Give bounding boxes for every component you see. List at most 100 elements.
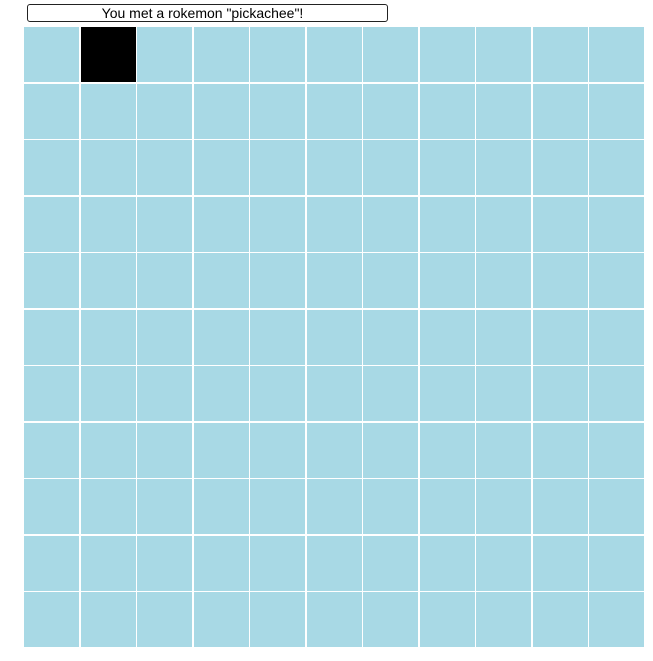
grid-cell[interactable] [363, 83, 418, 139]
grid-cell[interactable] [24, 422, 79, 478]
grid-cell[interactable] [137, 366, 192, 421]
grid-cell[interactable] [250, 83, 305, 139]
grid-cell[interactable] [476, 479, 531, 534]
grid-cell[interactable] [419, 366, 475, 421]
grid-cell[interactable] [532, 535, 588, 591]
grid-cell[interactable] [532, 366, 588, 421]
grid-cell[interactable] [306, 83, 362, 139]
grid-cell[interactable] [363, 196, 418, 252]
grid-cell[interactable] [24, 196, 79, 252]
grid-cell[interactable] [589, 592, 644, 647]
grid-cell[interactable] [532, 592, 588, 647]
grid-cell[interactable] [589, 309, 644, 365]
grid-cell[interactable] [193, 366, 249, 421]
grid-cell[interactable] [476, 253, 531, 308]
grid-cell[interactable] [419, 196, 475, 252]
grid-cell[interactable] [419, 309, 475, 365]
grid-cell[interactable] [250, 309, 305, 365]
grid-cell[interactable] [193, 253, 249, 308]
grid-cell[interactable] [80, 592, 136, 647]
grid-cell[interactable] [419, 535, 475, 591]
grid-cell[interactable] [306, 140, 362, 195]
grid-cell[interactable] [306, 535, 362, 591]
grid-cell[interactable] [589, 27, 644, 82]
grid-cell[interactable] [419, 479, 475, 534]
grid-cell[interactable] [363, 422, 418, 478]
grid-cell[interactable] [589, 83, 644, 139]
grid-cell[interactable] [363, 140, 418, 195]
grid-cell[interactable] [250, 253, 305, 308]
grid-cell[interactable] [250, 535, 305, 591]
grid-cell[interactable] [80, 83, 136, 139]
grid-cell[interactable] [476, 422, 531, 478]
grid-cell[interactable] [24, 535, 79, 591]
grid-cell[interactable] [250, 366, 305, 421]
grid-cell[interactable] [476, 83, 531, 139]
grid-cell[interactable] [363, 366, 418, 421]
grid-cell[interactable] [137, 27, 192, 82]
grid-cell[interactable] [532, 83, 588, 139]
grid-cell[interactable] [363, 535, 418, 591]
grid-cell[interactable] [589, 422, 644, 478]
grid-cell[interactable] [476, 309, 531, 365]
grid-cell[interactable] [589, 366, 644, 421]
grid-cell[interactable] [306, 196, 362, 252]
grid-cell[interactable] [419, 422, 475, 478]
grid-cell[interactable] [80, 309, 136, 365]
grid-cell[interactable] [24, 253, 79, 308]
grid-cell[interactable] [250, 27, 305, 82]
grid-cell[interactable] [193, 196, 249, 252]
grid-cell[interactable] [306, 479, 362, 534]
grid-cell[interactable] [193, 535, 249, 591]
grid-cell[interactable] [80, 535, 136, 591]
grid-cell[interactable] [363, 592, 418, 647]
grid-cell[interactable] [419, 253, 475, 308]
grid-cell[interactable] [532, 479, 588, 534]
grid-cell[interactable] [193, 83, 249, 139]
grid-cell[interactable] [193, 309, 249, 365]
grid-cell[interactable] [193, 27, 249, 82]
grid-cell[interactable] [532, 422, 588, 478]
grid-cell[interactable] [24, 83, 79, 139]
grid-cell[interactable] [532, 253, 588, 308]
grid-cell[interactable] [137, 422, 192, 478]
grid-cell[interactable] [306, 592, 362, 647]
grid-cell[interactable] [250, 140, 305, 195]
grid-cell[interactable] [476, 366, 531, 421]
grid-cell[interactable] [193, 422, 249, 478]
grid-cell[interactable] [80, 422, 136, 478]
grid-cell[interactable] [193, 479, 249, 534]
grid-cell[interactable] [306, 366, 362, 421]
grid-cell[interactable] [24, 140, 79, 195]
grid-cell[interactable] [24, 27, 79, 82]
grid-cell[interactable] [80, 479, 136, 534]
grid-cell[interactable] [419, 140, 475, 195]
grid-cell[interactable] [137, 592, 192, 647]
grid-cell[interactable] [137, 196, 192, 252]
grid-cell[interactable] [589, 253, 644, 308]
grid-cell[interactable] [137, 253, 192, 308]
grid-cell[interactable] [137, 535, 192, 591]
grid-cell[interactable] [250, 592, 305, 647]
grid-cell[interactable] [306, 253, 362, 308]
grid-cell[interactable] [250, 196, 305, 252]
grid-cell[interactable] [476, 592, 531, 647]
grid-cell[interactable] [419, 83, 475, 139]
grid-cell[interactable] [137, 83, 192, 139]
grid-cell[interactable] [532, 309, 588, 365]
grid-cell[interactable] [24, 479, 79, 534]
grid-cell[interactable] [137, 479, 192, 534]
grid-cell[interactable] [80, 253, 136, 308]
grid-cell[interactable] [80, 366, 136, 421]
grid-cell[interactable] [137, 309, 192, 365]
grid-cell[interactable] [589, 196, 644, 252]
grid-cell[interactable] [363, 253, 418, 308]
grid-cell[interactable] [476, 27, 531, 82]
grid-cell[interactable] [589, 535, 644, 591]
grid-cell[interactable] [24, 366, 79, 421]
grid-cell[interactable] [250, 422, 305, 478]
grid-cell[interactable] [24, 592, 79, 647]
grid-cell[interactable] [589, 140, 644, 195]
grid-cell[interactable] [193, 592, 249, 647]
grid-cell[interactable] [532, 27, 588, 82]
